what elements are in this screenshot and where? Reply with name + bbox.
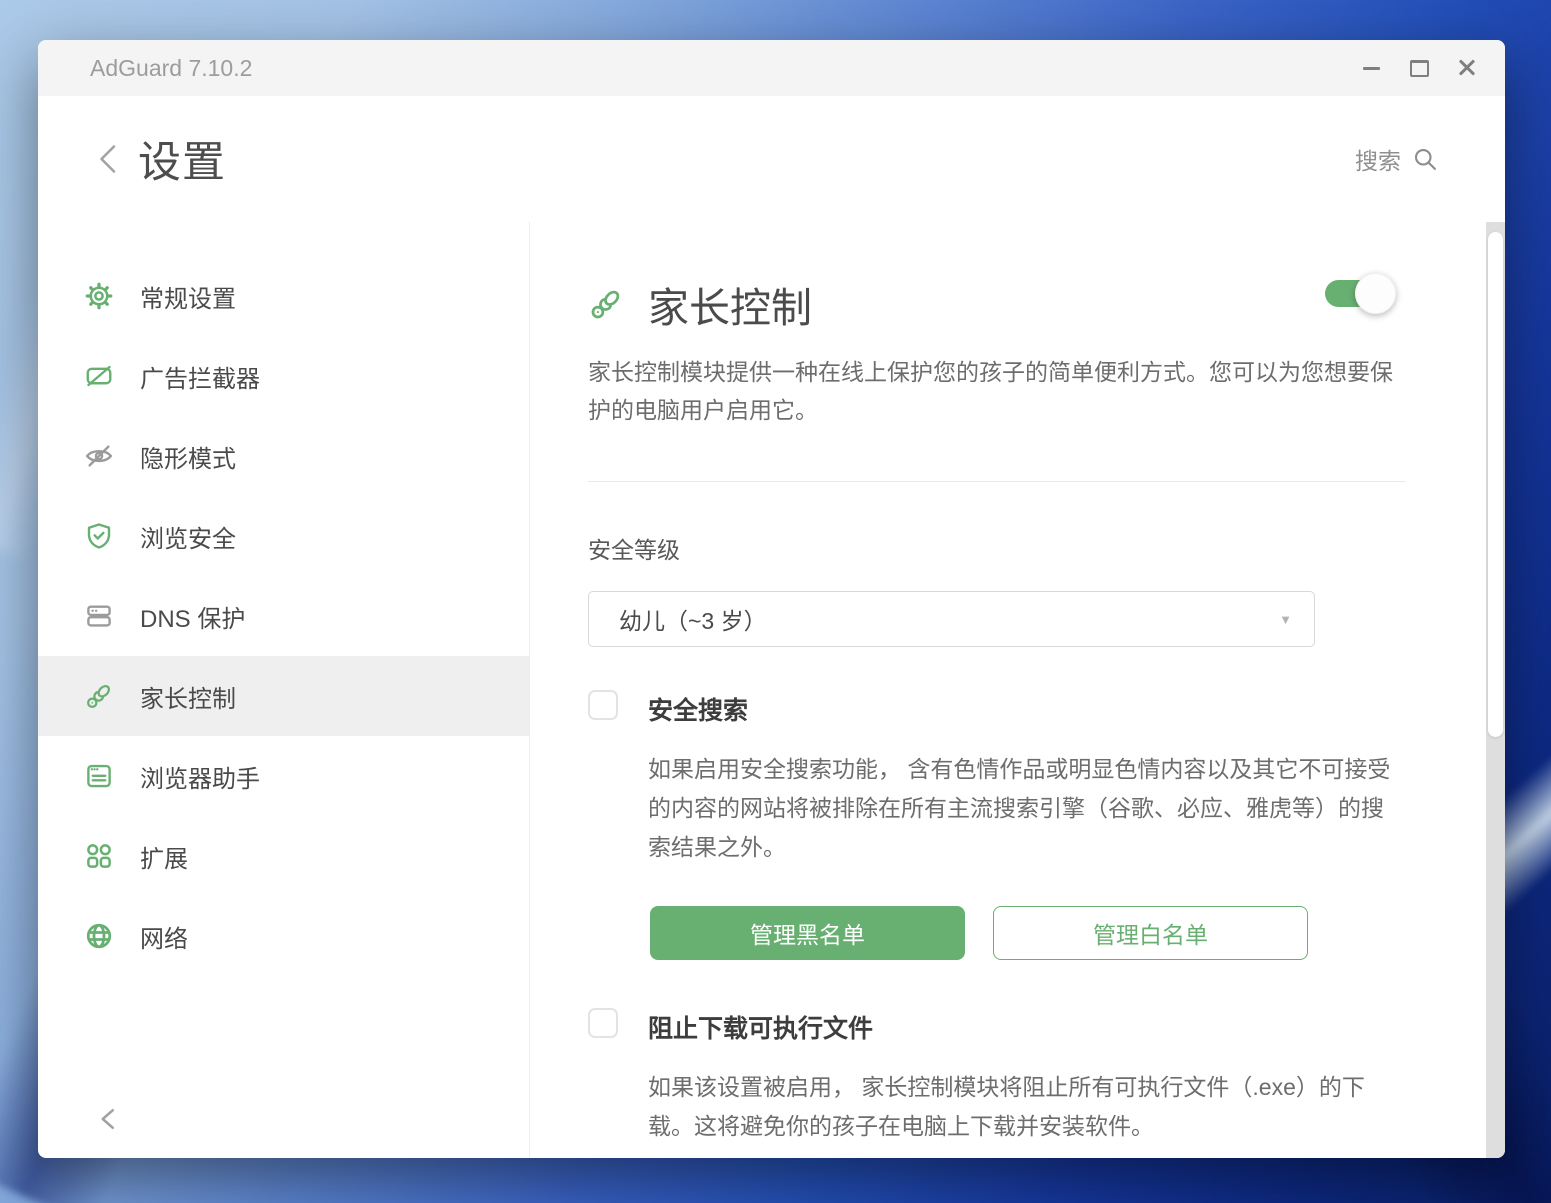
pacifier-icon	[84, 681, 114, 711]
window-body: 常规设置 广告拦截器 隐形模式	[38, 222, 1505, 1158]
sidebar-item-stealth-mode[interactable]: 隐形模式	[38, 416, 529, 496]
block-executables-label: 阻止下载可执行文件	[648, 1009, 873, 1045]
safe-search-checkbox[interactable]	[588, 690, 618, 720]
dns-server-icon	[84, 601, 114, 631]
divider	[588, 481, 1406, 482]
sidebar-item-label: 广告拦截器	[140, 359, 260, 394]
sidebar-item-browser-assistant[interactable]: 浏览器助手	[38, 736, 529, 816]
sidebar-item-network[interactable]: 网络	[38, 896, 529, 976]
shield-check-icon	[84, 521, 114, 551]
sidebar-item-parental-control[interactable]: 家长控制	[38, 656, 529, 736]
safe-search-row: 安全搜索	[588, 690, 748, 727]
sidebar-item-browsing-security[interactable]: 浏览安全	[38, 496, 529, 576]
back-button[interactable]	[94, 139, 128, 179]
minimize-button[interactable]	[1347, 48, 1395, 88]
close-icon	[1458, 59, 1476, 77]
chevron-left-icon	[94, 139, 124, 179]
security-level-value: 幼儿（~3 岁）	[619, 602, 767, 636]
gear-icon	[84, 281, 114, 311]
sidebar-collapse-button[interactable]	[94, 1104, 124, 1134]
search-control[interactable]: 搜索	[1355, 142, 1439, 176]
maximize-icon	[1410, 60, 1429, 77]
browser-window-icon	[84, 761, 114, 791]
sidebar-item-ad-blocker[interactable]: 广告拦截器	[38, 336, 529, 416]
minimize-icon	[1363, 67, 1380, 70]
pacifier-icon	[588, 286, 624, 322]
chevron-left-icon	[94, 1104, 124, 1134]
list-buttons-row: 管理黑名单 管理白名单	[650, 906, 1308, 960]
extensions-grid-icon	[84, 841, 114, 871]
safe-search-description: 如果启用安全搜索功能， 含有色情作品或明显色情内容以及其它不可接受的内容的网站将…	[648, 750, 1396, 867]
sidebar-item-label: 扩展	[140, 839, 188, 874]
sidebar-item-label: 网络	[140, 919, 188, 954]
sidebar-item-label: 隐形模式	[140, 439, 236, 474]
security-level-label: 安全等级	[588, 531, 680, 565]
search-icon	[1411, 145, 1439, 173]
safe-search-label: 安全搜索	[648, 691, 748, 727]
block-executables-checkbox[interactable]	[588, 1008, 618, 1038]
window-controls	[1347, 48, 1491, 88]
desktop-wallpaper: AdGuard 7.10.2 设置 搜索	[0, 0, 1551, 1203]
block-executables-row: 阻止下载可执行文件	[588, 1008, 873, 1045]
sidebar-item-extensions[interactable]: 扩展	[38, 816, 529, 896]
sidebar-item-label: 浏览安全	[140, 519, 236, 554]
sidebar: 常规设置 广告拦截器 隐形模式	[38, 222, 530, 1158]
titlebar: AdGuard 7.10.2	[38, 40, 1505, 96]
scrollbar-thumb[interactable]	[1488, 232, 1503, 737]
close-button[interactable]	[1443, 48, 1491, 88]
toggle-knob	[1355, 273, 1396, 314]
parental-control-toggle[interactable]	[1325, 280, 1387, 307]
page-title: 设置	[138, 128, 226, 190]
ad-blocker-icon	[84, 361, 114, 391]
panel-description: 家长控制模块提供一种在线上保护您的孩子的简单便利方式。您可以为您想要保护的电脑用…	[588, 353, 1413, 429]
sidebar-item-label: DNS 保护	[140, 599, 245, 634]
maximize-button[interactable]	[1395, 48, 1443, 88]
sidebar-item-label: 常规设置	[140, 279, 236, 314]
adguard-window: AdGuard 7.10.2 设置 搜索	[38, 40, 1505, 1158]
manage-blacklist-button[interactable]: 管理黑名单	[650, 906, 965, 960]
security-level-select[interactable]: 幼儿（~3 岁） ▼	[588, 591, 1315, 647]
sidebar-item-label: 浏览器助手	[140, 759, 260, 794]
panel-title-row: 家长控制	[588, 274, 812, 334]
window-title: AdGuard 7.10.2	[90, 55, 252, 82]
stealth-eye-icon	[84, 441, 114, 471]
sidebar-item-general-settings[interactable]: 常规设置	[38, 256, 529, 336]
globe-icon	[84, 921, 114, 951]
panel-title: 家长控制	[648, 274, 812, 334]
scrollbar-track[interactable]	[1486, 222, 1505, 1158]
sidebar-item-label: 家长控制	[140, 679, 236, 714]
chevron-down-icon: ▼	[1279, 612, 1292, 627]
search-label: 搜索	[1355, 142, 1401, 176]
block-executables-description: 如果该设置被启用， 家长控制模块将阻止所有可执行文件（.exe）的下载。这将避免…	[648, 1068, 1396, 1146]
settings-header: 设置 搜索	[38, 96, 1505, 222]
parental-control-panel: 家长控制 家长控制模块提供一种在线上保护您的孩子的简单便利方式。您可以为您想要保…	[530, 222, 1505, 1158]
sidebar-item-dns-protection[interactable]: DNS 保护	[38, 576, 529, 656]
manage-whitelist-button[interactable]: 管理白名单	[993, 906, 1308, 960]
